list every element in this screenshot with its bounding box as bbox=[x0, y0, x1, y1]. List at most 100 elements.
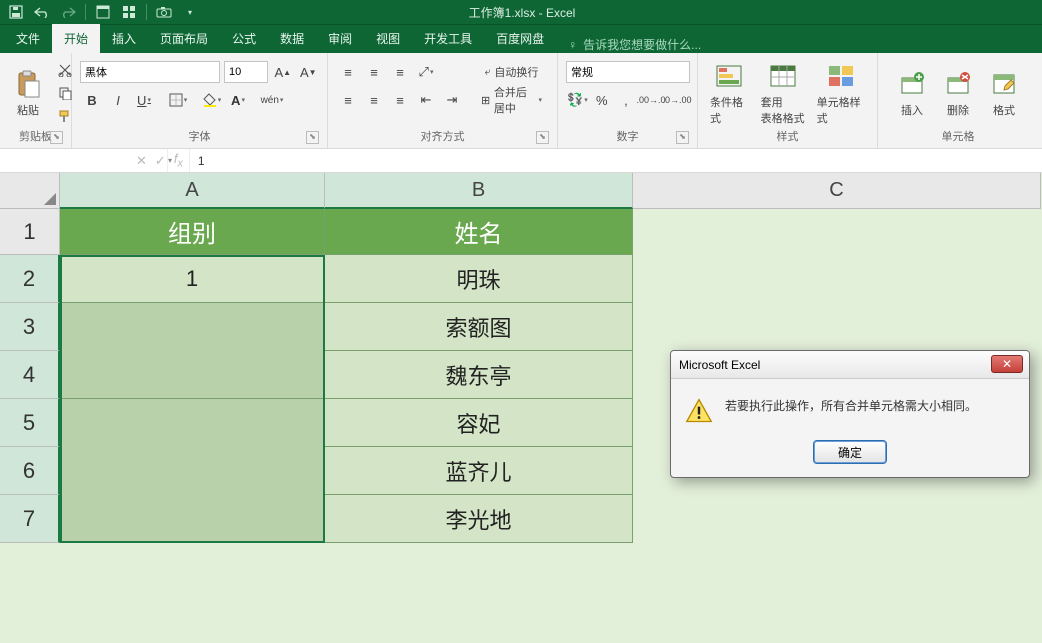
tab-file[interactable]: 文件 bbox=[4, 24, 52, 53]
dialog-launcher-icon[interactable]: ⬊ bbox=[676, 131, 689, 144]
cell-b7[interactable]: 李光地 bbox=[325, 495, 633, 543]
wrap-text-button[interactable]: ⤶ 自动换行 bbox=[474, 61, 549, 83]
border-button[interactable]: ▾ bbox=[166, 89, 190, 111]
row-header-5[interactable]: 5 bbox=[0, 399, 60, 447]
format-table-button[interactable]: 套用 表格格式 bbox=[757, 58, 809, 128]
align-left-icon[interactable]: ≡ bbox=[336, 89, 360, 111]
cell-c1[interactable] bbox=[633, 209, 1041, 255]
italic-button[interactable]: I bbox=[106, 89, 130, 111]
cell-b4[interactable]: 魏东亭 bbox=[325, 351, 633, 399]
fill-color-button[interactable]: ▾ bbox=[200, 89, 224, 111]
ok-button[interactable]: 确定 bbox=[814, 441, 886, 463]
close-icon[interactable]: ✕ bbox=[991, 355, 1023, 373]
fx-icon[interactable]: fx bbox=[174, 151, 183, 170]
row-header-6[interactable]: 6 bbox=[0, 447, 60, 495]
orientation-icon[interactable]: ⤢▾ bbox=[414, 61, 438, 83]
dialog-launcher-icon[interactable]: ⬊ bbox=[306, 131, 319, 144]
group-cells: 插入 删除 格式 单元格 bbox=[878, 53, 1038, 148]
align-right-icon[interactable]: ≡ bbox=[388, 89, 412, 111]
enter-icon[interactable]: ✓ bbox=[155, 153, 166, 169]
column-header-a[interactable]: A bbox=[60, 173, 325, 209]
cell-a5[interactable] bbox=[60, 399, 325, 447]
row-header-3[interactable]: 3 bbox=[0, 303, 60, 351]
cell-b6[interactable]: 蓝齐儿 bbox=[325, 447, 633, 495]
align-bottom-icon[interactable]: ≡ bbox=[388, 61, 412, 83]
formula-input[interactable]: 1 bbox=[190, 149, 1042, 172]
font-name-combo[interactable] bbox=[80, 61, 220, 83]
cell-a7[interactable] bbox=[60, 495, 325, 543]
insert-cells-button[interactable]: 插入 bbox=[892, 66, 932, 120]
camera-icon[interactable] bbox=[152, 1, 176, 23]
tab-view[interactable]: 视图 bbox=[364, 24, 412, 53]
increase-indent-icon[interactable]: ⇥ bbox=[440, 89, 464, 111]
align-top-icon[interactable]: ≡ bbox=[336, 61, 360, 83]
cell-c3[interactable] bbox=[633, 303, 1041, 351]
decrease-decimal-icon[interactable]: .0→.00 bbox=[665, 89, 689, 111]
dialog-launcher-icon[interactable]: ⬊ bbox=[536, 131, 549, 144]
group-number: 💱▾ % , .00→.0 .0→.00 数字⬊ bbox=[558, 53, 698, 148]
currency-icon[interactable]: 💱▾ bbox=[566, 89, 589, 111]
column-header-c[interactable]: C bbox=[633, 173, 1041, 209]
cell-b3[interactable]: 索额图 bbox=[325, 303, 633, 351]
cell-a4[interactable] bbox=[60, 351, 325, 399]
message-dialog: Microsoft Excel ✕ 若要执行此操作，所有合并单元格需大小相同。 … bbox=[670, 350, 1030, 478]
increase-decimal-icon[interactable]: .00→.0 bbox=[639, 89, 663, 111]
cell-c7[interactable] bbox=[633, 495, 1041, 543]
tab-home[interactable]: 开始 bbox=[52, 24, 100, 53]
comma-icon[interactable]: , bbox=[615, 89, 637, 111]
tab-insert[interactable]: 插入 bbox=[100, 24, 148, 53]
cell-a6[interactable] bbox=[60, 447, 325, 495]
paste-button[interactable]: 粘贴 bbox=[8, 66, 48, 120]
undo-icon[interactable] bbox=[30, 1, 54, 23]
number-format-combo[interactable] bbox=[566, 61, 690, 83]
increase-font-icon[interactable]: A▲ bbox=[272, 61, 294, 83]
decrease-indent-icon[interactable]: ⇤ bbox=[414, 89, 438, 111]
redo-icon[interactable] bbox=[56, 1, 80, 23]
row-header-7[interactable]: 7 bbox=[0, 495, 60, 543]
align-center-icon[interactable]: ≡ bbox=[362, 89, 386, 111]
name-box[interactable]: ▾ bbox=[0, 149, 130, 172]
tab-baidu[interactable]: 百度网盘 bbox=[484, 24, 556, 53]
conditional-format-button[interactable]: 条件格式 bbox=[706, 58, 753, 128]
grid-icon[interactable] bbox=[117, 1, 141, 23]
group-clipboard: 粘贴 剪贴板⬊ bbox=[0, 53, 72, 148]
save-icon[interactable] bbox=[4, 1, 28, 23]
decrease-font-icon[interactable]: A▼ bbox=[298, 61, 320, 83]
format-cells-button[interactable]: 格式 bbox=[984, 66, 1024, 120]
new-window-icon[interactable] bbox=[91, 1, 115, 23]
bold-button[interactable]: B bbox=[80, 89, 104, 111]
group-styles: 条件格式 套用 表格格式 单元格样式 样式 bbox=[698, 53, 878, 148]
delete-cells-button[interactable]: 删除 bbox=[938, 66, 978, 120]
percent-icon[interactable]: % bbox=[591, 89, 613, 111]
qat-customize-icon[interactable]: ▾ bbox=[178, 1, 202, 23]
row-header-4[interactable]: 4 bbox=[0, 351, 60, 399]
warning-icon bbox=[685, 397, 713, 425]
cell-a1[interactable]: 组别 bbox=[60, 209, 325, 255]
tell-me[interactable]: ♀ 告诉我您想要做什么... bbox=[568, 36, 701, 53]
tab-review[interactable]: 审阅 bbox=[316, 24, 364, 53]
cell-styles-button[interactable]: 单元格样式 bbox=[813, 58, 869, 128]
tab-layout[interactable]: 页面布局 bbox=[148, 24, 220, 53]
row-header-2[interactable]: 2 bbox=[0, 255, 60, 303]
column-header-b[interactable]: B bbox=[325, 173, 633, 209]
cell-b5[interactable]: 容妃 bbox=[325, 399, 633, 447]
tab-developer[interactable]: 开发工具 bbox=[412, 24, 484, 53]
select-all-corner[interactable] bbox=[0, 173, 60, 209]
font-color-button[interactable]: A▾ bbox=[226, 89, 250, 111]
row-header-1[interactable]: 1 bbox=[0, 209, 60, 255]
underline-button[interactable]: U▾ bbox=[132, 89, 156, 111]
cancel-icon[interactable]: ✕ bbox=[136, 153, 147, 169]
dialog-launcher-icon[interactable]: ⬊ bbox=[50, 131, 63, 144]
align-middle-icon[interactable]: ≡ bbox=[362, 61, 386, 83]
dialog-titlebar[interactable]: Microsoft Excel ✕ bbox=[671, 351, 1029, 379]
cell-a3[interactable] bbox=[60, 303, 325, 351]
cell-a2[interactable]: 1 bbox=[60, 255, 325, 303]
phonetic-button[interactable]: wén▾ bbox=[260, 89, 284, 111]
cell-b1[interactable]: 姓名 bbox=[325, 209, 633, 255]
tab-data[interactable]: 数据 bbox=[268, 24, 316, 53]
merge-center-button[interactable]: ⊞ 合并后居中▾ bbox=[474, 89, 549, 111]
tab-formulas[interactable]: 公式 bbox=[220, 24, 268, 53]
cell-c2[interactable] bbox=[633, 255, 1041, 303]
font-size-combo[interactable] bbox=[224, 61, 268, 83]
cell-b2[interactable]: 明珠 bbox=[325, 255, 633, 303]
